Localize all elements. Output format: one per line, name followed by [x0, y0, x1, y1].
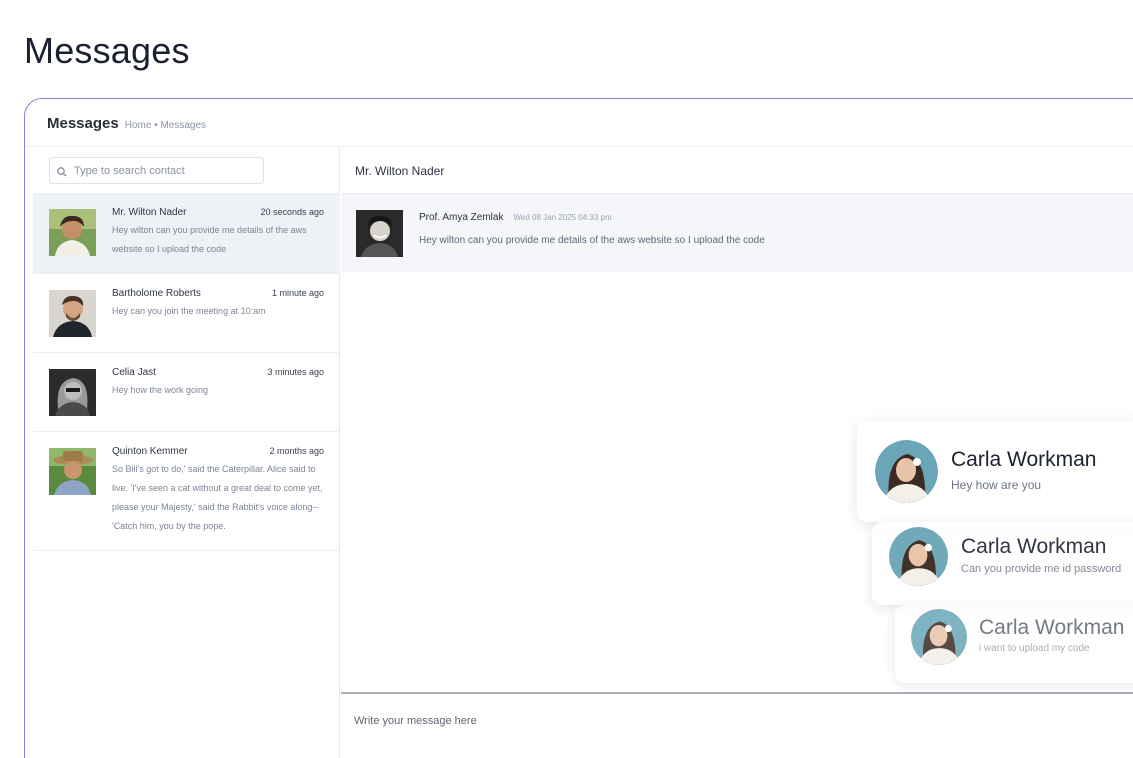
contact-time: 2 months ago: [269, 446, 324, 456]
contact-avatar: [49, 369, 96, 416]
contact-list: Mr. Wilton Nader 20 seconds ago Hey wilt…: [33, 193, 340, 551]
contact-name: Mr. Wilton Nader: [112, 207, 187, 218]
notification-message: Hey how are you: [951, 478, 1042, 492]
notification-message: i want to upload my code: [979, 643, 1090, 654]
contact-item-bartholome-roberts[interactable]: Bartholome Roberts 1 minute ago Hey can …: [33, 274, 340, 353]
notification-toast[interactable]: Carla Workman Hey how are you: [857, 421, 1133, 522]
notification-avatar: [911, 609, 967, 665]
notification-toast[interactable]: Carla Workman Can you provide me id pass…: [872, 522, 1133, 605]
message-input[interactable]: [354, 715, 854, 727]
search-box[interactable]: [49, 157, 264, 184]
notification-name: Carla Workman: [961, 535, 1107, 558]
contact-last-message: Hey can you join the meeting at 10:am: [112, 306, 266, 316]
notification-name: Carla Workman: [951, 448, 1097, 471]
contact-name: Celia Jast: [112, 367, 156, 378]
contact-time: 1 minute ago: [271, 288, 324, 298]
contact-avatar: [49, 290, 96, 337]
contact-time: 20 seconds ago: [260, 207, 324, 217]
contact-item-quinton-kemmer[interactable]: Quinton Kemmer 2 months ago So Bill's go…: [33, 432, 340, 551]
sender-avatar: [356, 210, 403, 257]
contact-last-message: Hey wilton can you provide me details of…: [112, 225, 307, 254]
notification-toast[interactable]: Carla Workman i want to upload my code: [895, 605, 1133, 683]
contact-item-celia-jast[interactable]: Celia Jast 3 minutes ago Hey how the wor…: [33, 353, 340, 432]
contact-time: 3 minutes ago: [267, 367, 324, 377]
contact-avatar: [49, 209, 96, 256]
message-time: Wed 08 Jan 2025 04:33 pm: [513, 213, 612, 222]
panel-header: Messages Home • Messages: [25, 99, 1133, 147]
chat-header: Mr. Wilton Nader: [341, 147, 1133, 194]
chat-message: Prof. Amya Zemlak Wed 08 Jan 2025 04:33 p…: [341, 194, 1133, 272]
message-text: Hey wilton can you provide me details of…: [419, 235, 765, 246]
contact-item-wilton-nader[interactable]: Mr. Wilton Nader 20 seconds ago Hey wilt…: [33, 193, 340, 274]
breadcrumb[interactable]: Home • Messages: [125, 120, 206, 131]
search-input[interactable]: [74, 164, 254, 177]
contact-name: Bartholome Roberts: [112, 288, 201, 299]
search-icon: [56, 165, 68, 177]
message-composer: [341, 692, 1133, 758]
notification-avatar: [889, 527, 948, 586]
notification-message: Can you provide me id password: [961, 563, 1122, 575]
contact-last-message: So Bill's got to do,' said the Caterpill…: [112, 464, 323, 531]
contacts-sidebar: Mr. Wilton Nader 20 seconds ago Hey wilt…: [33, 147, 340, 758]
page-title: Messages: [24, 30, 190, 71]
contact-last-message: Hey how the work going: [112, 385, 209, 395]
notification-avatar: [875, 440, 938, 503]
notification-name: Carla Workman: [979, 616, 1125, 639]
panel-title: Messages: [47, 115, 119, 132]
contact-name: Quinton Kemmer: [112, 446, 188, 457]
contact-avatar: [49, 448, 96, 495]
message-sender: Prof. Amya Zemlak: [419, 212, 504, 223]
